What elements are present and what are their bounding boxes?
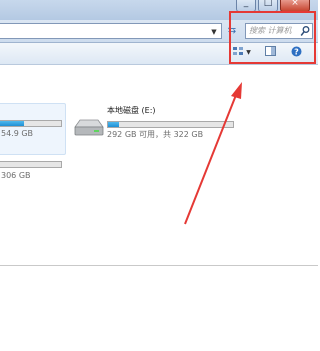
drive-e-size-text: 292 GB 可用，共 322 GB: [107, 130, 204, 139]
drive-usage-bar: [0, 120, 62, 127]
annotation-highlight-box: [229, 11, 316, 64]
explorer-window: _ □ × ▼ ⇆ 搜索 计算机 ▼ ? 54.9 GB 306 GB 本地磁盘…: [0, 0, 318, 351]
chevron-down-icon[interactable]: ▼: [208, 26, 220, 38]
drive-e-usage-bar: [107, 121, 234, 128]
drive-usage-fill: [0, 121, 24, 126]
minimize-icon: _: [243, 0, 249, 8]
window-bottom-edge: [0, 265, 318, 266]
drive-usage-bar: [0, 161, 62, 168]
drive-e-usage-fill: [108, 122, 120, 127]
address-bar[interactable]: ▼: [0, 23, 222, 39]
drive-size-text: 54.9 GB: [1, 129, 34, 138]
drive-e-title[interactable]: 本地磁盘 (E:): [107, 105, 156, 116]
maximize-icon: □: [263, 0, 273, 8]
close-icon: ×: [291, 0, 299, 8]
hard-drive-icon[interactable]: [74, 118, 104, 138]
drive-list: 54.9 GB 306 GB 本地磁盘 (E:) 292 GB 可用，共 322…: [0, 65, 318, 265]
drive-size-text: 306 GB: [1, 171, 31, 180]
